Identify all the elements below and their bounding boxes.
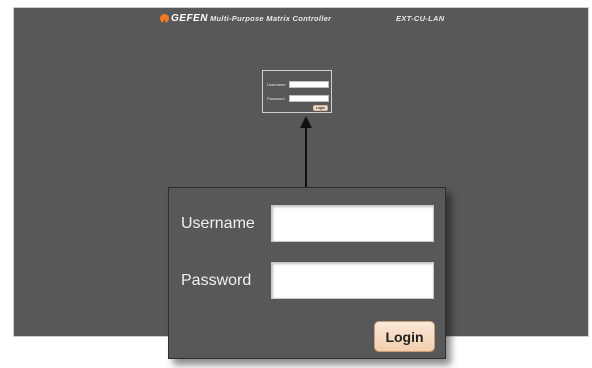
login-button[interactable]: Login	[374, 321, 435, 352]
gefen-logo-icon	[160, 14, 169, 23]
mini-username-input[interactable]	[289, 81, 329, 88]
mini-password-row: Password	[267, 95, 329, 102]
brand-name: GEFEN	[171, 13, 208, 24]
stage: GEFEN Multi-Purpose Matrix Controller EX…	[0, 0, 592, 368]
mini-username-label: Username	[267, 82, 286, 87]
username-row: Username	[181, 205, 434, 242]
login-form-zoomed: Username Password Login	[168, 187, 446, 359]
header: GEFEN Multi-Purpose Matrix Controller EX…	[14, 13, 588, 29]
mini-login-button[interactable]: Login	[313, 105, 328, 111]
app-title: Multi-Purpose Matrix Controller	[210, 14, 332, 23]
mini-username-row: Username	[267, 81, 329, 88]
username-input[interactable]	[271, 205, 434, 242]
username-label: Username	[181, 214, 255, 232]
brand-logo: GEFEN	[160, 13, 208, 24]
model-name: EXT-CU-LAN	[396, 14, 445, 23]
callout-arrow-line	[305, 126, 307, 188]
mini-password-label: Password	[267, 96, 285, 101]
password-row: Password	[181, 262, 434, 299]
password-label: Password	[181, 271, 252, 289]
login-form-small: Username Password Login	[262, 70, 332, 113]
mini-password-input[interactable]	[289, 95, 329, 102]
password-input[interactable]	[271, 262, 434, 299]
